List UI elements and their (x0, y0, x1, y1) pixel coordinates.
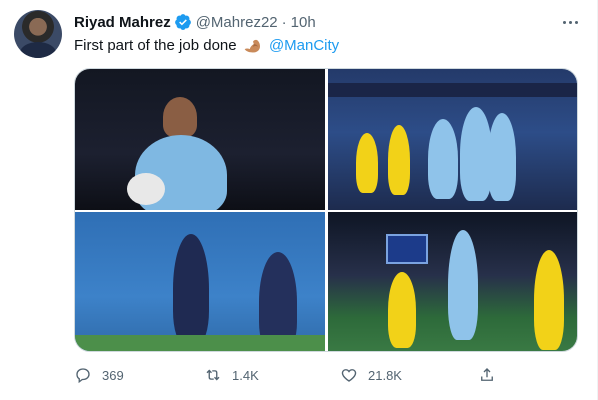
media-grid (74, 68, 578, 352)
like-icon (341, 369, 357, 382)
verified-badge-icon (174, 14, 191, 30)
flexed-biceps-icon (244, 39, 260, 53)
retweet-count: 1.4K (232, 367, 259, 383)
reply-count: 369 (102, 367, 124, 383)
tweet-actions: 369 1.4K 21.8K (74, 364, 514, 386)
tweet-body: First part of the job done (74, 37, 237, 54)
tweet[interactable]: Riyad Mahrez @Mahrez22 · 10h First part … (0, 0, 598, 400)
reply-button[interactable]: 369 (74, 364, 124, 386)
like-count: 21.8K (368, 367, 402, 383)
retweet-icon (206, 369, 220, 381)
separator-dot: · (281, 13, 287, 31)
photo-2[interactable] (328, 69, 577, 210)
mention-link[interactable]: @ManCity (269, 37, 339, 54)
photo-1[interactable] (75, 69, 325, 210)
share-button[interactable] (478, 364, 496, 386)
like-button[interactable]: 21.8K (340, 364, 402, 386)
tweet-timestamp[interactable]: 10h (291, 14, 316, 31)
avatar[interactable] (14, 10, 62, 58)
retweet-button[interactable]: 1.4K (204, 364, 259, 386)
author-name[interactable]: Riyad Mahrez (74, 14, 171, 31)
reply-icon (76, 368, 90, 384)
tweet-text: First part of the job done @ManCity (74, 36, 339, 56)
photo-3[interactable] (75, 212, 325, 351)
photo-4[interactable] (328, 212, 577, 351)
author-handle[interactable]: @Mahrez22 (196, 14, 278, 31)
share-icon (481, 368, 493, 381)
tweet-header: Riyad Mahrez @Mahrez22 · 10h (74, 12, 316, 32)
more-icon[interactable] (560, 14, 580, 30)
